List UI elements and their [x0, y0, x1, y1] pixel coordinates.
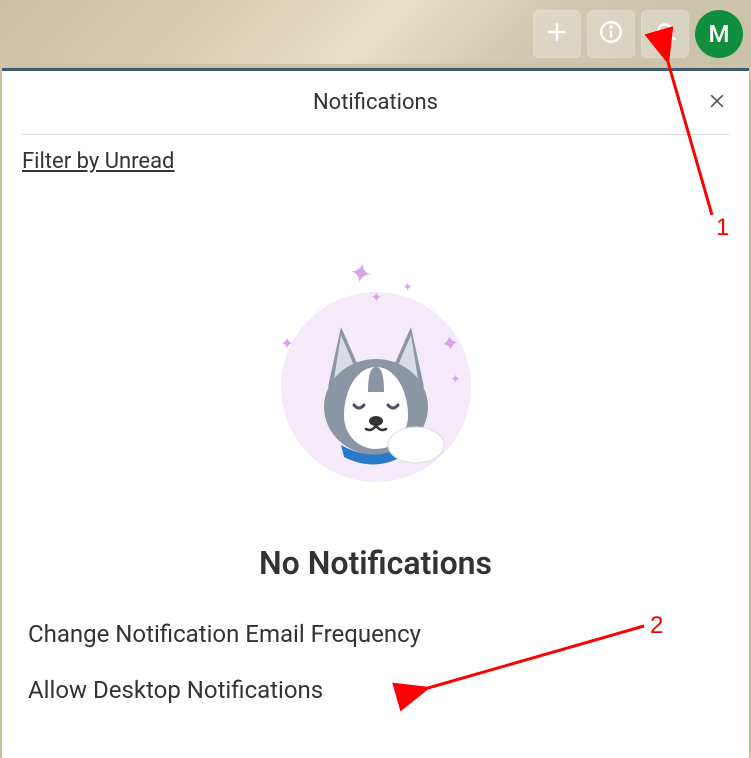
dog-icon	[286, 297, 466, 477]
change-email-frequency-link[interactable]: Change Notification Email Frequency	[28, 620, 723, 648]
avatar[interactable]: M	[695, 10, 743, 58]
allow-desktop-notifications-link[interactable]: Allow Desktop Notifications	[28, 676, 723, 704]
empty-state: ✦ ✦ ✦ ✦ ✦ ✦	[2, 184, 749, 704]
plus-icon	[544, 19, 570, 49]
info-icon	[598, 19, 624, 49]
filter-row: Filter by Unread	[2, 135, 749, 184]
info-button[interactable]	[587, 10, 635, 58]
panel-title: Notifications	[313, 90, 438, 115]
bell-icon	[652, 19, 678, 49]
notifications-panel: Notifications Filter by Unread ✦ ✦ ✦ ✦ ✦…	[2, 68, 749, 758]
close-button[interactable]	[701, 87, 733, 119]
empty-title: No Notifications	[259, 544, 492, 582]
filter-unread-link[interactable]: Filter by Unread	[22, 149, 174, 174]
notification-settings-links: Change Notification Email Frequency Allo…	[2, 620, 749, 704]
add-button[interactable]	[533, 10, 581, 58]
header-actions: M	[533, 10, 743, 58]
close-icon	[707, 88, 727, 118]
panel-header: Notifications	[22, 71, 729, 135]
empty-illustration: ✦ ✦ ✦ ✦ ✦ ✦	[281, 292, 471, 482]
avatar-initial: M	[709, 20, 730, 48]
notifications-button[interactable]	[641, 10, 689, 58]
